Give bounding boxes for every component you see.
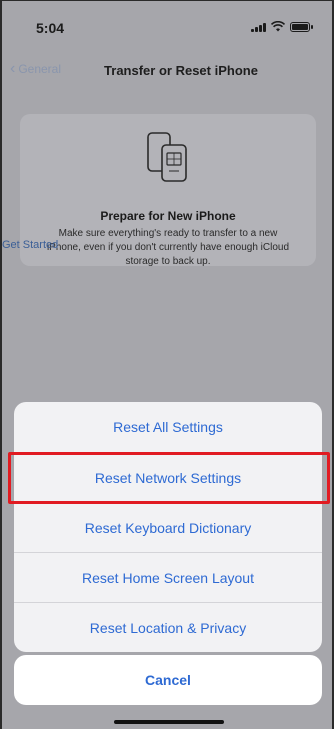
- reset-network-settings-button[interactable]: Reset Network Settings: [14, 452, 322, 502]
- get-started-link[interactable]: Get Started: [2, 239, 332, 251]
- status-bar: 5:04: [2, 1, 332, 47]
- cellular-signal-icon: [251, 22, 266, 32]
- reset-all-settings-button[interactable]: Reset All Settings: [14, 402, 322, 452]
- page-title: Transfer or Reset iPhone: [104, 63, 258, 78]
- cancel-button[interactable]: Cancel: [14, 655, 322, 705]
- battery-icon: [290, 21, 313, 32]
- reset-location-privacy-button[interactable]: Reset Location & Privacy: [14, 602, 322, 652]
- card-title: Prepare for New iPhone: [100, 209, 236, 223]
- reset-home-screen-layout-button[interactable]: Reset Home Screen Layout: [14, 552, 322, 602]
- status-time: 5:04: [36, 20, 65, 36]
- reset-keyboard-dictionary-button[interactable]: Reset Keyboard Dictionary: [14, 502, 322, 552]
- reset-action-sheet: Reset All Settings Reset Network Setting…: [14, 402, 322, 652]
- transfer-phones-icon: [147, 132, 187, 182]
- phone-screen: 5:04 ‹ General Transfer or Reset iPhone: [0, 0, 334, 729]
- home-indicator[interactable]: [114, 720, 224, 724]
- navigation-bar: ‹ General Transfer or Reset iPhone: [2, 57, 332, 87]
- status-icons: [251, 21, 313, 32]
- wifi-icon: [271, 21, 285, 32]
